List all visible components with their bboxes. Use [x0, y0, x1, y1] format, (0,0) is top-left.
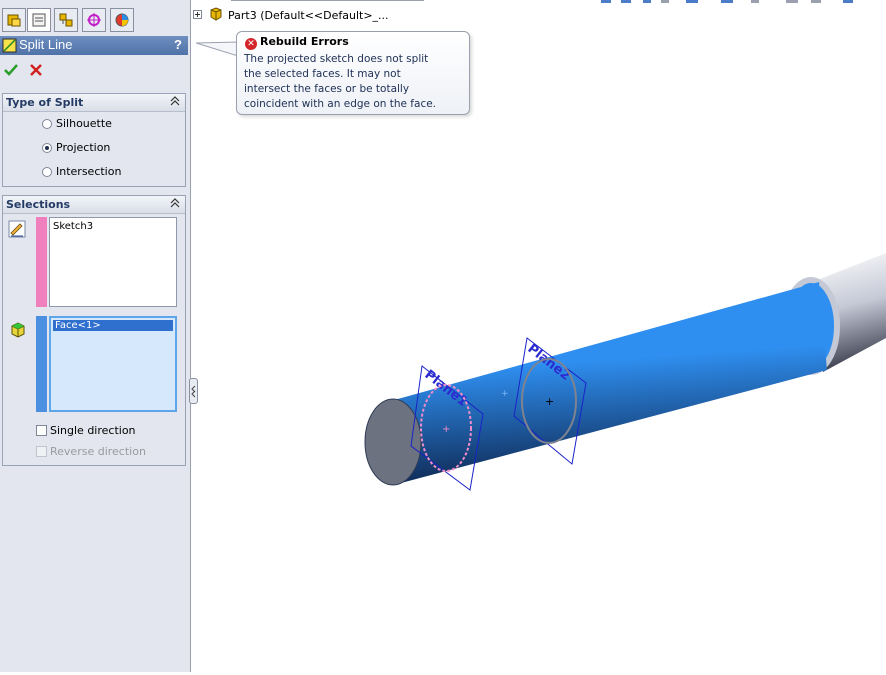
origin-crosshair-icon: +: [545, 395, 554, 408]
property-manager-icon: [32, 13, 46, 27]
radio-silhouette[interactable]: Silhouette: [42, 117, 112, 130]
sketch-selection-box[interactable]: Sketch3: [49, 217, 177, 307]
appearance-icon: [115, 13, 129, 27]
tab-feature-manager[interactable]: [2, 8, 26, 32]
tooltip-line: the selected faces. It may not: [244, 68, 401, 80]
feature-tree-icon: [7, 14, 21, 27]
dimxpert-icon: [87, 13, 101, 27]
property-manager-titlebar: Split Line ?: [0, 36, 188, 55]
configuration-icon: [59, 13, 73, 27]
part-tree-label[interactable]: Part3 (Default<<Default>_...: [228, 9, 389, 22]
collapse-chevron-icon[interactable]: [169, 197, 181, 209]
sketch-color-swatch: [36, 217, 47, 307]
face-selection-box[interactable]: Face<1>: [49, 316, 177, 412]
type-of-split-header[interactable]: Type of Split: [3, 94, 185, 112]
tooltip-line: The projected sketch does not split: [244, 53, 429, 65]
property-manager-panel: Split Line ? Type of Split Silhouette Pr…: [0, 0, 191, 672]
selections-header[interactable]: Selections: [3, 196, 185, 214]
split-line-icon: [2, 38, 17, 53]
radio-projection-label: Projection: [56, 141, 111, 154]
face-color-swatch: [36, 316, 47, 412]
error-icon: ✕: [245, 38, 257, 50]
feature-tree-flyout: Part3 (Default<<Default>_...: [193, 6, 389, 22]
tooltip-title: ✕ Rebuild Errors: [245, 35, 349, 50]
type-of-split-label: Type of Split: [6, 96, 84, 109]
reverse-direction-checkbox: Reverse direction: [36, 445, 146, 458]
tab-property-manager[interactable]: [27, 8, 51, 32]
sketch-selection-item[interactable]: Sketch3: [50, 218, 176, 235]
manager-tabs: [0, 8, 190, 34]
collapse-chevron-icon[interactable]: [169, 95, 181, 107]
tooltip-line: coincident with an edge on the face.: [244, 98, 437, 110]
reverse-direction-label: Reverse direction: [50, 445, 146, 458]
sketch-pencil-icon: [8, 220, 26, 238]
page-title: Split Line: [19, 37, 73, 52]
tooltip-line: intersect the faces or be totally: [244, 83, 410, 95]
tab-configuration-manager[interactable]: [54, 8, 78, 32]
part-icon: [210, 7, 221, 21]
tooltip-body: The projected sketch does not split the …: [244, 52, 464, 112]
center-mark-icon: +: [501, 389, 509, 399]
tab-display-manager[interactable]: [110, 8, 134, 32]
single-direction-label: Single direction: [50, 424, 136, 437]
expand-plus-icon[interactable]: [193, 10, 203, 20]
cancel-x-icon[interactable]: [28, 62, 44, 78]
selections-label: Selections: [6, 198, 71, 211]
ok-check-icon[interactable]: [3, 62, 19, 78]
tab-dimxpert-manager[interactable]: [82, 8, 106, 32]
radio-silhouette-label: Silhouette: [56, 117, 112, 130]
rebuild-error-tooltip: ✕ Rebuild Errors The projected sketch doe…: [236, 31, 470, 115]
radio-intersection[interactable]: Intersection: [42, 165, 121, 178]
radio-projection[interactable]: Projection: [42, 141, 110, 154]
view-toolbar-fragment: [231, 0, 853, 3]
tooltip-title-text: Rebuild Errors: [260, 35, 349, 48]
single-direction-checkbox[interactable]: Single direction: [36, 424, 136, 437]
face-selection-item[interactable]: Face<1>: [53, 320, 173, 331]
face-cube-icon: [11, 322, 25, 338]
help-button[interactable]: ?: [174, 37, 182, 52]
radio-intersection-label: Intersection: [56, 165, 122, 178]
sketch-origin-icon: +: [442, 424, 450, 435]
